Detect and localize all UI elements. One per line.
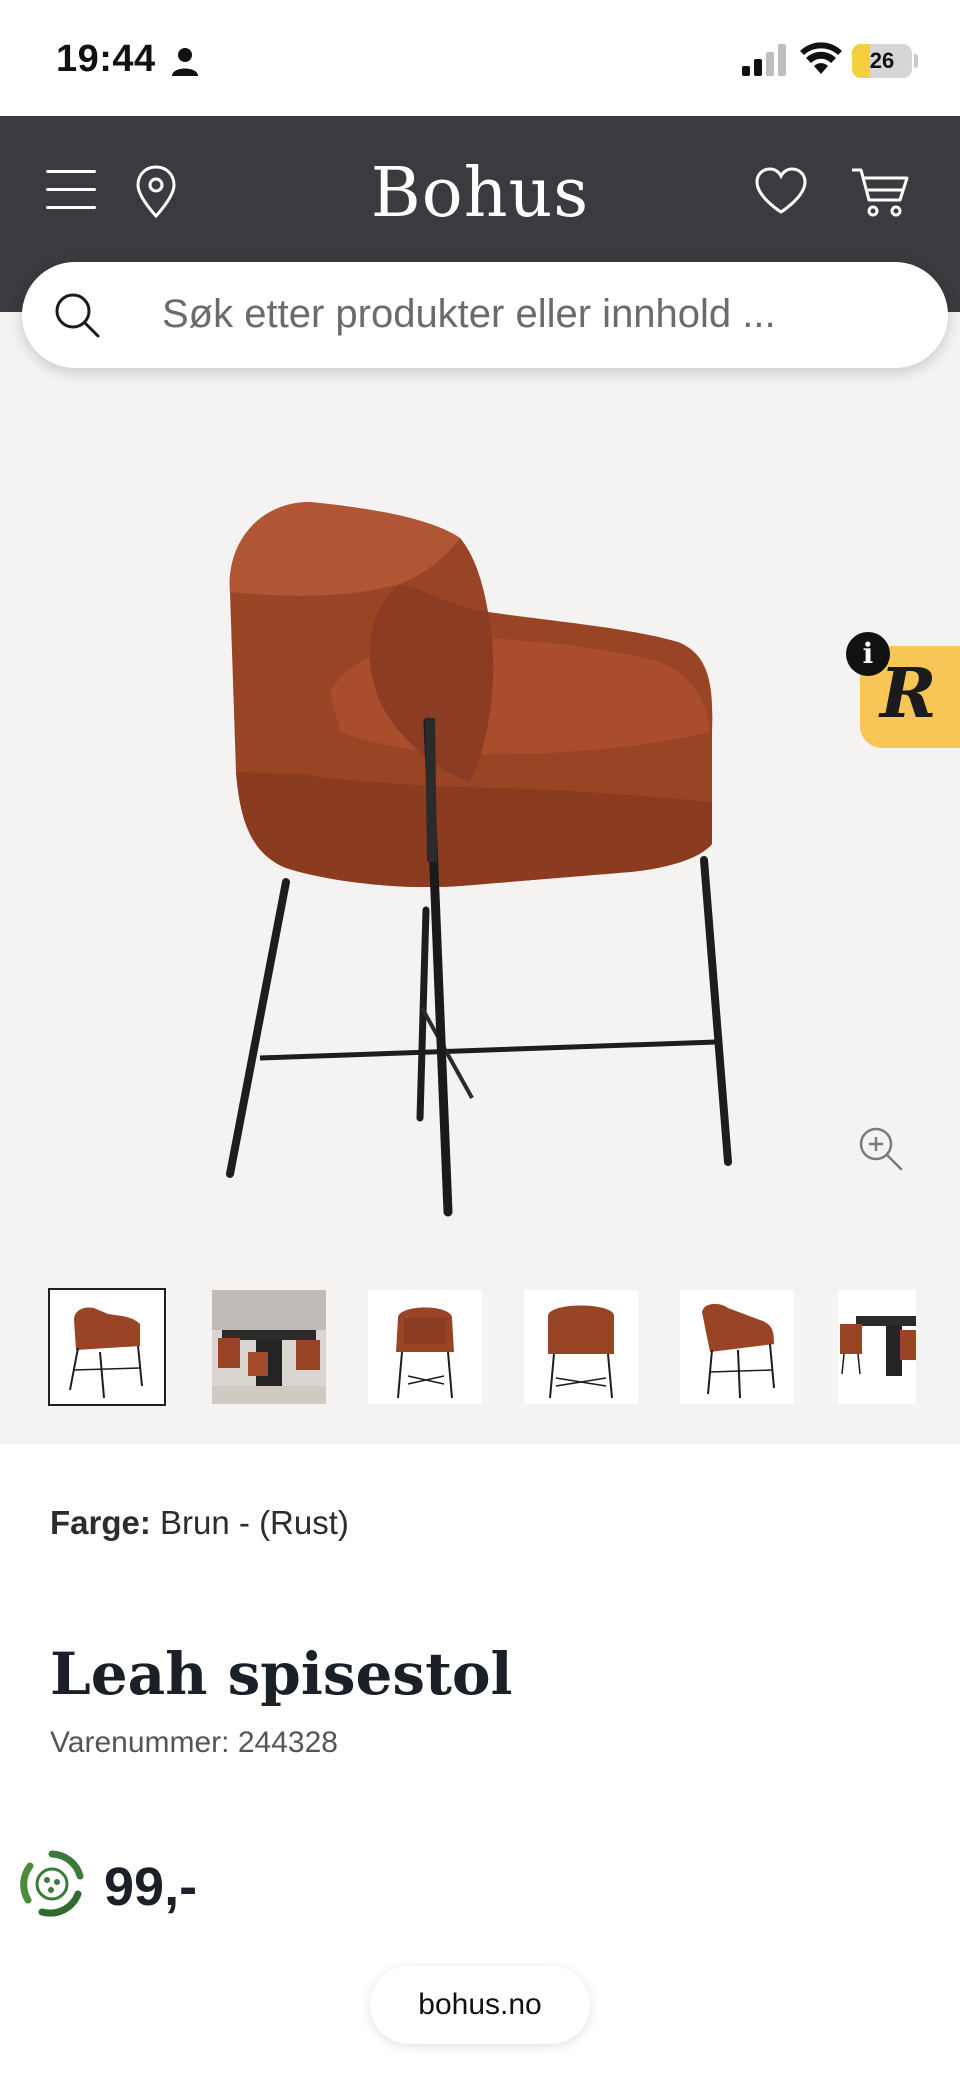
product-title: Leah spisestol [50, 1640, 513, 1708]
shopping-cart-icon[interactable] [850, 164, 910, 220]
search-bar[interactable]: Søk etter produkter eller innhold ... [22, 262, 948, 368]
thumbnail-strip [0, 1276, 960, 1406]
zoom-in-icon[interactable] [856, 1124, 904, 1172]
thumbnail-6[interactable] [838, 1290, 916, 1404]
sku-label: Varenummer: [50, 1726, 230, 1759]
search-icon [55, 293, 100, 338]
search-input[interactable]: Søk etter produkter eller innhold ... [162, 292, 776, 337]
product-main-image[interactable] [200, 442, 760, 1272]
person-icon [172, 48, 198, 76]
thumbnail-1[interactable] [48, 1288, 166, 1406]
battery-tip [914, 54, 918, 68]
thumbnail-4[interactable] [524, 1290, 638, 1404]
status-bar: 19:44 26 [0, 0, 960, 116]
thumbnail-5[interactable] [680, 1290, 794, 1404]
browser-url-bar[interactable]: bohus.no [370, 1966, 590, 2044]
thumbnail-3[interactable] [368, 1290, 482, 1404]
thumbnail-2[interactable] [212, 1290, 326, 1404]
sku-row: Varenummer: 244328 [50, 1726, 338, 1760]
brand-logo[interactable]: Bohus [0, 154, 960, 233]
price: 99,- [104, 1857, 198, 1917]
battery-level: 26 [869, 48, 895, 73]
heart-icon[interactable] [754, 166, 808, 216]
info-icon[interactable]: i [846, 632, 890, 676]
sku-value: 244328 [237, 1726, 338, 1759]
recycle-eco-icon [20, 1850, 84, 1917]
wifi-icon [800, 42, 842, 74]
cellular-signal-icon [742, 44, 786, 76]
color-selector[interactable]: Farge: Brun - (Rust) [50, 1504, 349, 1542]
widget-logo: R [880, 654, 937, 734]
color-label: Farge: [50, 1504, 151, 1541]
battery-icon: 26 [852, 44, 912, 78]
color-value: Brun - (Rust) [160, 1504, 349, 1541]
product-info: Farge: Brun - (Rust) Leah spisestol Vare… [0, 1444, 960, 2078]
status-time: 19:44 [56, 38, 156, 80]
product-gallery: R i [0, 312, 960, 1444]
